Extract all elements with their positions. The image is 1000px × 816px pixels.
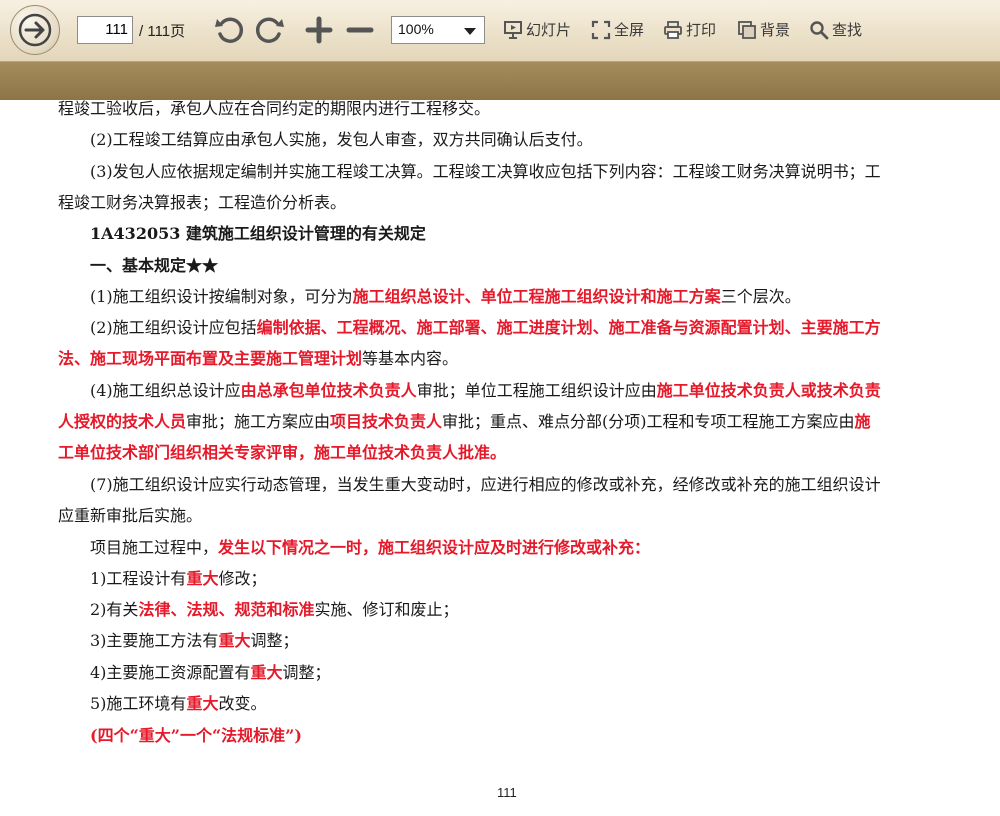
fullscreen-label: 全屏 (614, 21, 645, 39)
text: (4)施工组织总设计应 (90, 381, 241, 400)
text: 审批；重点、难点分部(分项)工程和专项工程施工方案应由 (442, 412, 855, 431)
background-button[interactable]: 背景 (737, 19, 790, 40)
highlight-text: 重大 (186, 569, 219, 588)
chevron-down-icon (464, 28, 476, 35)
highlight-text: 工单位技术部门组织相关专家评审，施工单位技术负责人批准。 (58, 443, 507, 462)
page-number-input[interactable]: 111 (77, 16, 133, 44)
toolbar-divider-band (0, 62, 1000, 101)
text: 4)主要施工资源配置有 (90, 663, 251, 682)
undo-icon[interactable] (213, 14, 245, 46)
text: 1)工程设计有 (90, 569, 187, 588)
redo-icon[interactable] (254, 14, 286, 46)
highlight-text: 项目技术负责人 (330, 412, 443, 431)
text: (2)施工组织设计应包括 (90, 318, 257, 337)
fullscreen-icon (591, 20, 611, 39)
paragraph-2: (2)施工组织设计应包括编制依据、工程概况、施工部署、施工进度计划、施工准备与资… (90, 317, 881, 339)
text: 5)施工环境有 (90, 694, 187, 713)
subsection-heading: 一、基本规定★★ (90, 256, 219, 275)
section-heading: 1A432053 建筑施工组织设计管理的有关规定 (90, 224, 426, 243)
list-item: 3)主要施工方法有重大调整； (90, 630, 298, 652)
intro-line: 项目施工过程中，发生以下情况之一时，施工组织设计应及时进行修改或补充： (90, 537, 650, 559)
list-item: 4)主要施工资源配置有重大调整； (90, 662, 330, 684)
text: 审批；单位工程施工组织设计应由 (416, 381, 657, 400)
text: 修改； (218, 569, 267, 588)
document-page: 程竣工验收后，承包人应在合同约定的期限内进行工程移交。 (2)工程竣工结算应由承… (0, 99, 1000, 816)
zoom-in-icon[interactable] (303, 14, 335, 46)
highlight-text: 发生以下情况之一时，施工组织设计应及时进行修改或补充： (218, 538, 651, 557)
zoom-out-icon[interactable] (344, 14, 376, 46)
find-button[interactable]: 查找 (809, 19, 862, 40)
text: 三个层次。 (720, 287, 801, 306)
highlight-text: 施工单位技术负责人或技术负责 (656, 381, 881, 400)
text: 2)有关 (90, 600, 139, 619)
summary-note: (四个“重大”一个“法规标准”) (90, 726, 302, 745)
background-label: 背景 (760, 21, 791, 39)
paragraph-4-cont2: 工单位技术部门组织相关专家评审，施工单位技术负责人批准。 (58, 442, 506, 464)
page-number: 111 (497, 785, 517, 800)
arrow-right-icon (18, 13, 52, 47)
list-item: 1)工程设计有重大修改； (90, 568, 266, 590)
paragraph-7: (7)施工组织设计应实行动态管理，当发生重大变动时，应进行相应的修改或补充，经修… (90, 475, 881, 494)
highlight-text: 由总承包单位技术负责人 (240, 381, 417, 400)
text: 实施、修订和废止； (314, 600, 459, 619)
text: 项目施工过程中， (90, 538, 219, 557)
paragraph-7-cont: 应重新审批后实施。 (58, 506, 203, 525)
text-line: 程竣工验收后，承包人应在合同约定的期限内进行工程移交。 (58, 99, 491, 118)
highlight-text: 人授权的技术人员 (58, 412, 187, 431)
fullscreen-button[interactable]: 全屏 (591, 19, 644, 40)
highlight-text: 重大 (186, 694, 219, 713)
paragraph-4-cont: 人授权的技术人员审批；施工方案应由项目技术负责人审批；重点、难点分部(分项)工程… (58, 411, 871, 433)
paragraph-1: (1)施工组织设计按编制对象，可分为施工组织总设计、单位工程施工组织设计和施工方… (90, 286, 801, 308)
toolbar: 111 / 111页 100% 幻灯片 全屏 打印 背景 查找 (0, 0, 1000, 62)
highlight-text: 重大 (218, 631, 251, 650)
zoom-value: 100% (398, 21, 434, 37)
background-icon (738, 20, 756, 39)
text-line: 程竣工财务决算报表；工程造价分析表。 (58, 193, 347, 212)
text: 调整； (250, 631, 299, 650)
zoom-select[interactable]: 100% (391, 16, 485, 44)
next-page-button[interactable] (10, 5, 60, 55)
text-line: (3)发包人应依据规定编制并实施工程竣工决算。工程竣工决算收应包括下列内容：工程… (90, 162, 881, 181)
print-icon (664, 20, 682, 39)
list-item: 5)施工环境有重大改变。 (90, 693, 266, 715)
highlight-text: 编制依据、工程概况、施工部署、施工进度计划、施工准备与资源配置计划、主要施工方 (256, 318, 881, 337)
text: 调整； (282, 663, 331, 682)
text: 等基本内容。 (362, 349, 459, 368)
paragraph-4: (4)施工组织总设计应由总承包单位技术负责人审批；单位工程施工组织设计应由施工单… (90, 380, 881, 402)
page-total-label: / 111页 (139, 23, 186, 40)
paragraph-2-cont: 法、施工现场平面布置及主要施工管理计划等基本内容。 (58, 348, 458, 370)
list-item: 2)有关法律、法规、规范和标准实施、修订和废止； (90, 599, 458, 621)
highlight-text: 法律、法规、规范和标准 (138, 600, 315, 619)
text: 审批；施工方案应由 (186, 412, 331, 431)
highlight-text: 施工组织总设计、单位工程施工组织设计和施工方案 (352, 287, 721, 306)
slideshow-label: 幻灯片 (526, 21, 572, 39)
text: 3)主要施工方法有 (90, 631, 219, 650)
slideshow-button[interactable]: 幻灯片 (503, 19, 571, 40)
find-label: 查找 (832, 21, 863, 39)
highlight-text: 施 (854, 412, 871, 431)
print-label: 打印 (686, 21, 717, 39)
search-icon (810, 20, 829, 39)
print-button[interactable]: 打印 (663, 19, 716, 40)
text: 改变。 (218, 694, 267, 713)
highlight-text: 法、施工现场平面布置及主要施工管理计划 (58, 349, 363, 368)
highlight-text: 重大 (250, 663, 283, 682)
text: (1)施工组织设计按编制对象，可分为 (90, 287, 353, 306)
text-line: (2)工程竣工结算应由承包人实施，发包人审查，双方共同确认后支付。 (90, 130, 593, 149)
slideshow-icon (504, 20, 522, 39)
